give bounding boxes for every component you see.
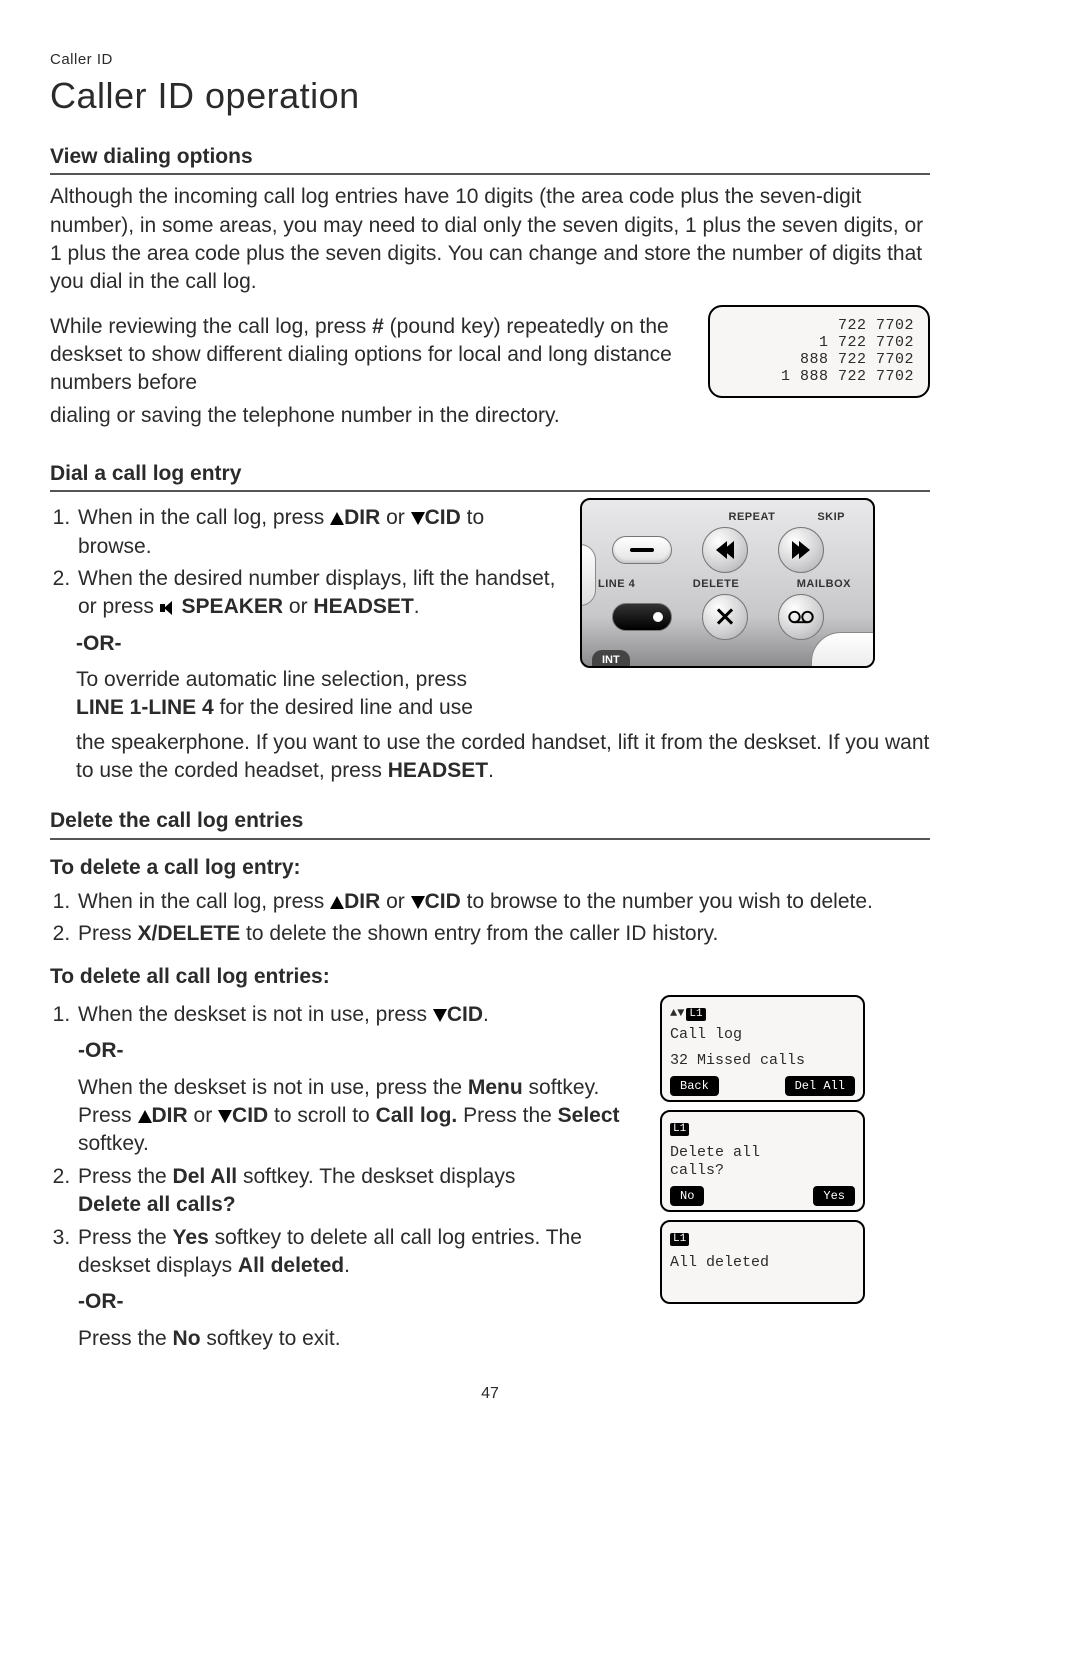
section-label: Caller ID xyxy=(50,50,930,70)
down-triangle-icon xyxy=(218,1110,232,1123)
softkey-no: No xyxy=(670,1186,704,1206)
speaker-icon xyxy=(160,601,176,615)
or-label: -OR- xyxy=(78,1288,640,1316)
ordered-list: When in the call log, press DIR or CID t… xyxy=(50,888,930,949)
list-item: Press the Yes softkey to delete all call… xyxy=(76,1224,640,1353)
or-label: -OR- xyxy=(78,1037,640,1065)
down-triangle-icon xyxy=(411,512,425,525)
ordered-list: When the deskset is not in use, press CI… xyxy=(50,1001,640,1353)
heading-dial-entry: Dial a call log entry xyxy=(50,460,930,492)
up-triangle-icon xyxy=(138,1110,152,1123)
list-item: When in the call log, press DIR or CID t… xyxy=(76,888,930,916)
lcd-call-log: ▲▼L1 Call log 32 Missed calls Back Del A… xyxy=(660,995,865,1102)
up-triangle-icon xyxy=(330,512,344,525)
softkey-delall: Del All xyxy=(785,1076,855,1096)
ordered-list: When in the call log, press DIR or CID t… xyxy=(50,504,560,621)
voicemail-icon xyxy=(788,608,814,626)
phone-button-panel: REPEATSKIP LINE 4DELETEMAILBOX INT xyxy=(580,498,875,668)
paragraph: Although the incoming call log entries h… xyxy=(50,183,930,296)
softkey-yes: Yes xyxy=(813,1186,855,1206)
heading-delete-entries: Delete the call log entries xyxy=(50,807,930,839)
list-item: When the deskset is not in use, press CI… xyxy=(76,1001,640,1159)
list-item: When in the call log, press DIR or CID t… xyxy=(76,504,560,561)
list-item: Press X/DELETE to delete the shown entry… xyxy=(76,920,930,948)
up-triangle-icon xyxy=(330,896,344,909)
skip-button xyxy=(778,527,824,573)
repeat-button xyxy=(702,527,748,573)
lcd-dialing-options: 722 7702 1 722 7702 888 722 7702 1 888 7… xyxy=(708,305,930,398)
lcd-delete-confirm: L1 Delete all calls? No Yes xyxy=(660,1110,865,1212)
int-label: INT xyxy=(592,650,630,668)
subheading-delete-all: To delete all call log entries: xyxy=(50,963,930,991)
down-triangle-icon xyxy=(433,1009,447,1022)
page-title: Caller ID operation xyxy=(50,72,930,121)
paragraph: dialing or saving the telephone number i… xyxy=(50,402,688,430)
lcd-all-deleted: L1 All deleted xyxy=(660,1220,865,1304)
or-label: -OR- xyxy=(76,630,560,658)
delete-button xyxy=(702,594,748,640)
line-pill-button xyxy=(612,536,672,564)
down-triangle-icon xyxy=(411,896,425,909)
list-item: When the desired number displays, lift t… xyxy=(76,565,560,622)
mailbox-button xyxy=(778,594,824,640)
list-item: Press the Del All softkey. The deskset d… xyxy=(76,1163,640,1220)
line4-pill-button xyxy=(612,603,672,631)
page-number: 47 xyxy=(50,1383,930,1405)
paragraph: To override automatic line selection, pr… xyxy=(76,666,560,723)
paragraph: While reviewing the call log, press # (p… xyxy=(50,313,688,398)
subheading-delete-one: To delete a call log entry: xyxy=(50,854,930,882)
paragraph: the speakerphone. If you want to use the… xyxy=(76,729,930,786)
heading-view-dialing: View dialing options xyxy=(50,143,930,175)
softkey-back: Back xyxy=(670,1076,719,1096)
